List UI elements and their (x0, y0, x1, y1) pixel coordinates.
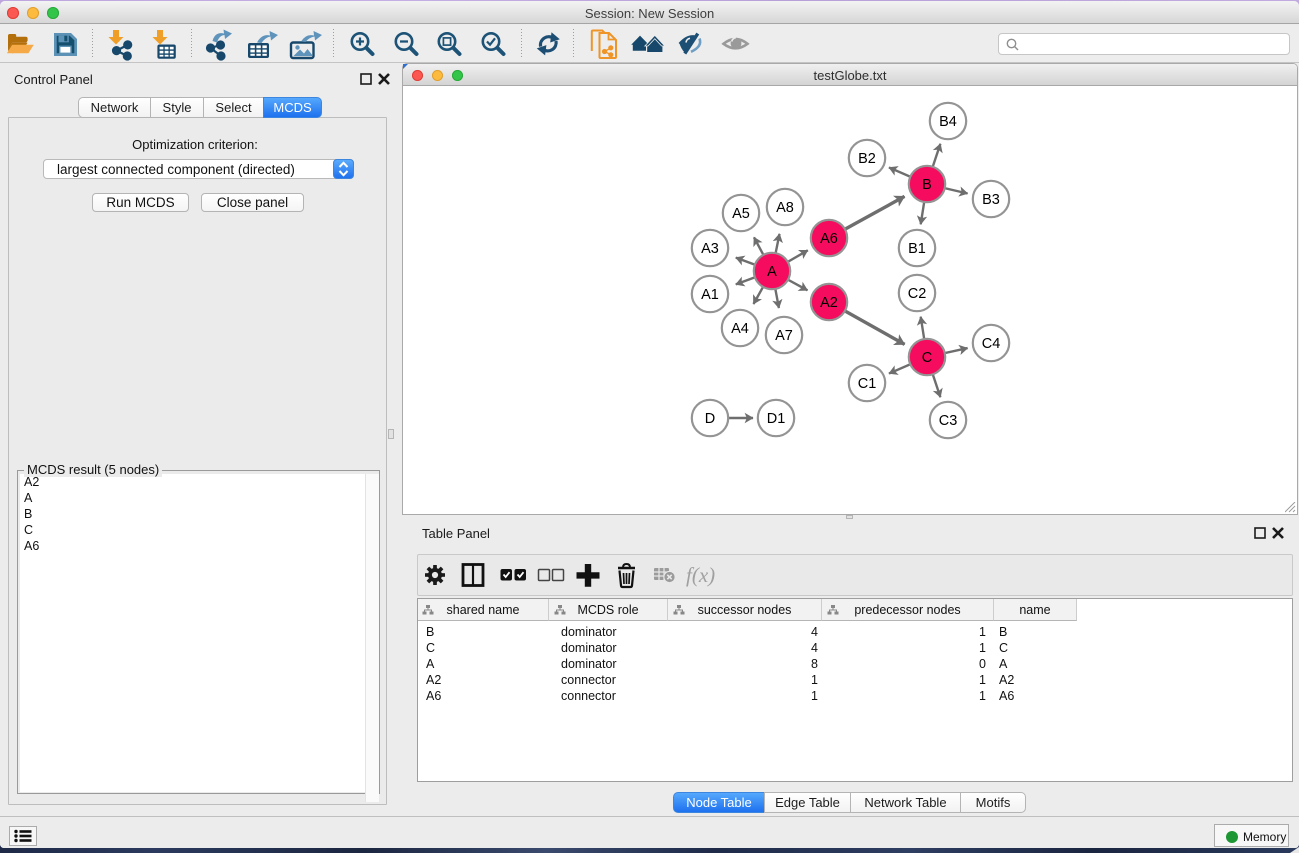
svg-text:A2: A2 (820, 295, 838, 311)
svg-text:A5: A5 (732, 206, 750, 222)
svg-text:B: B (922, 177, 932, 193)
svg-text:A8: A8 (776, 200, 794, 216)
svg-text:C4: C4 (982, 336, 1001, 352)
svg-text:B3: B3 (982, 192, 1000, 208)
svg-text:A7: A7 (775, 328, 793, 344)
svg-text:f(x): f(x) (686, 563, 715, 587)
svg-text:C3: C3 (939, 413, 958, 429)
svg-text:B1: B1 (908, 241, 926, 257)
svg-text:B2: B2 (858, 151, 876, 167)
svg-text:A6: A6 (820, 231, 838, 247)
svg-text:A1: A1 (701, 287, 719, 303)
svg-text:B4: B4 (939, 114, 957, 130)
svg-text:D: D (705, 411, 715, 427)
svg-text:C1: C1 (858, 376, 877, 392)
svg-text:A3: A3 (701, 241, 719, 257)
svg-text:C2: C2 (908, 286, 927, 302)
svg-text:A4: A4 (731, 321, 749, 337)
svg-text:D1: D1 (767, 411, 786, 427)
svg-text:A: A (767, 264, 777, 280)
svg-text:C: C (922, 350, 932, 366)
